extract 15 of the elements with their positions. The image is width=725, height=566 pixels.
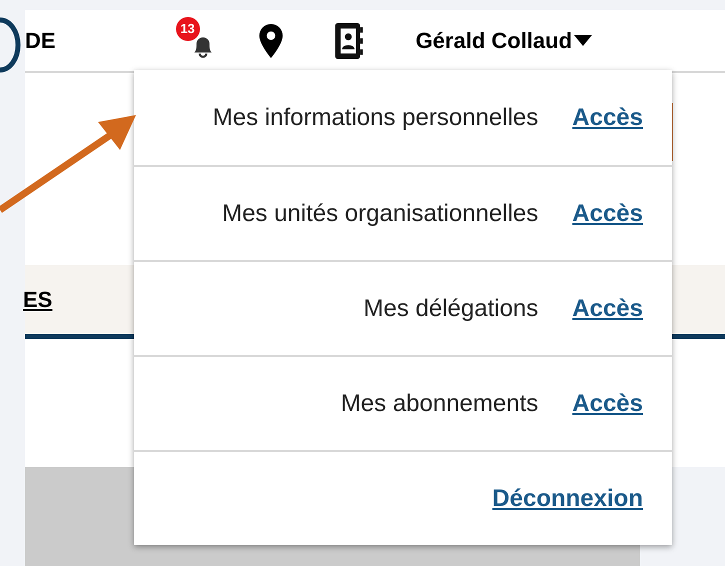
menu-item-link[interactable]: Déconnexion xyxy=(492,480,643,516)
menu-item-link[interactable]: Accès xyxy=(572,386,643,422)
user-menu-button[interactable]: Gérald Collaud xyxy=(416,24,592,57)
map-pin-icon[interactable] xyxy=(258,24,284,58)
section-link[interactable]: ES xyxy=(23,283,52,316)
menu-item-label: Mes délégations xyxy=(363,294,538,324)
menu-item-label: Mes abonnements xyxy=(340,388,538,418)
menu-item-label: Mes informations personnelles xyxy=(212,102,538,132)
menu-item-link[interactable]: Accès xyxy=(572,290,643,326)
menu-item-link[interactable]: Accès xyxy=(572,196,643,232)
caret-down-icon xyxy=(574,34,592,46)
menu-item-link[interactable]: Accès xyxy=(572,100,643,136)
menu-item-label: Mes unités organisationnelles xyxy=(222,198,538,228)
site-title: DE xyxy=(25,27,56,55)
notification-badge: 13 xyxy=(176,16,200,40)
